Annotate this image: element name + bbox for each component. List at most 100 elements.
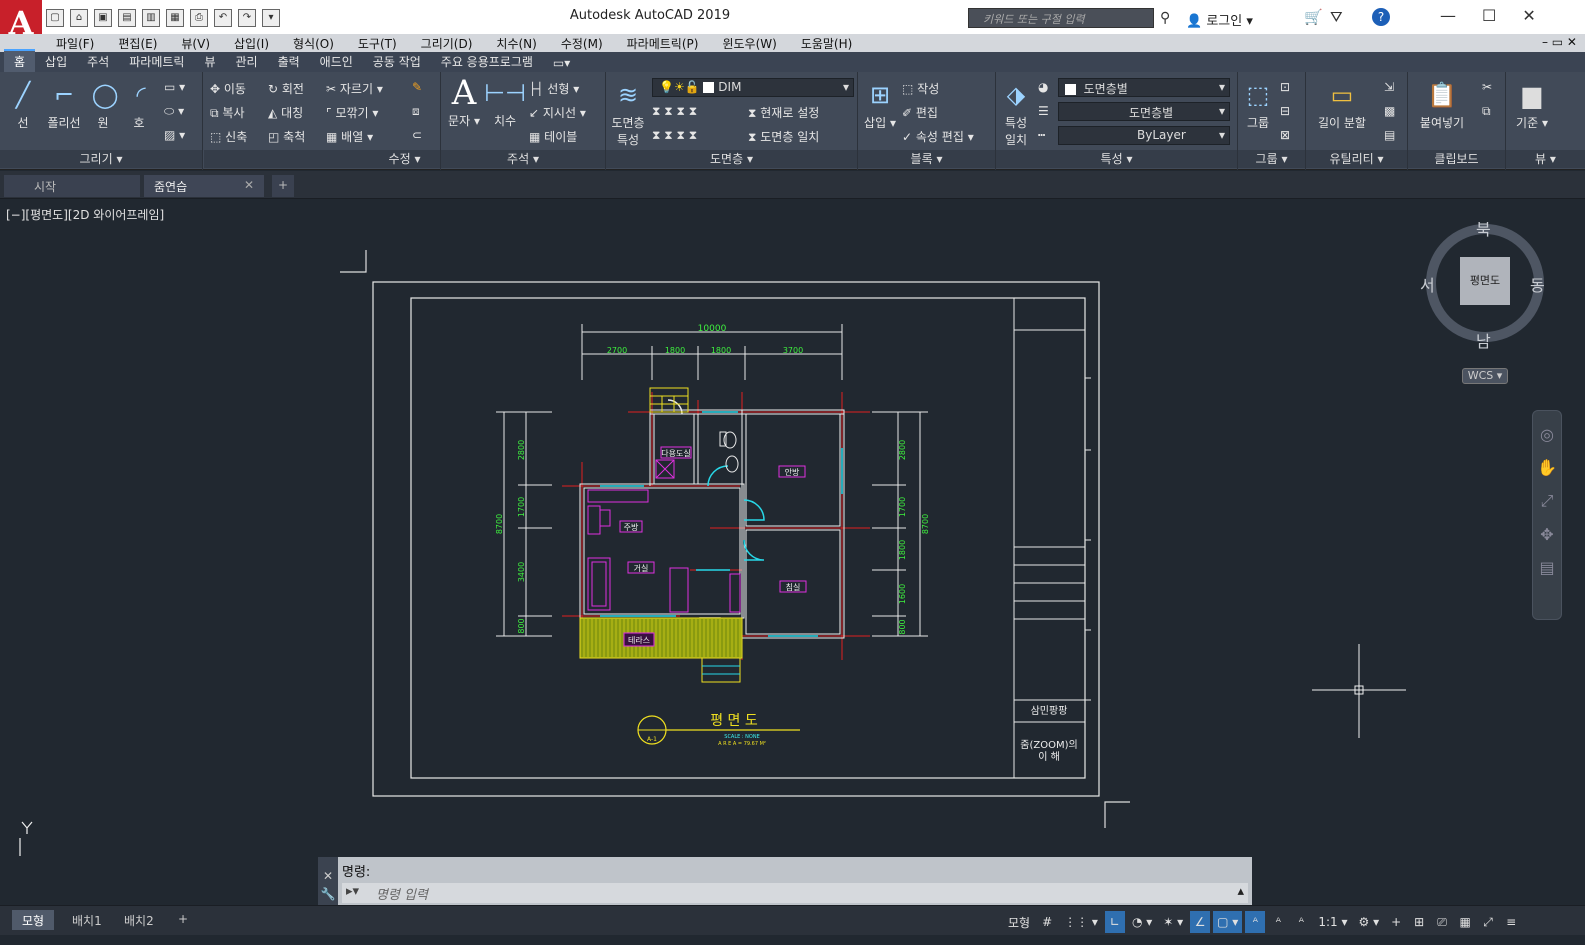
polyline-button[interactable]: ⌐ 폴리선 — [44, 78, 84, 131]
menu-edit[interactable]: 편집(E) — [118, 34, 157, 52]
search-input[interactable]: 키워드 또는 구절 입력 — [968, 8, 1154, 28]
orbit-icon[interactable]: ✥ — [1533, 525, 1561, 544]
object-snap-tracking-icon[interactable]: ∠ — [1190, 911, 1211, 933]
layer-dropdown[interactable]: 💡☀🔓 DIM ▾ — [652, 78, 854, 97]
command-line-grip[interactable]: ✕ 🔧 — [318, 857, 338, 905]
copy-clip-icon[interactable]: ⧉ — [1482, 104, 1491, 119]
linear-button[interactable]: ├┤ 선형 ▾ — [529, 80, 579, 97]
tab-output[interactable]: 출력 — [268, 51, 310, 72]
menu-modify[interactable]: 수정(M) — [561, 34, 603, 52]
hatch-icon[interactable]: ⬭ ▾ — [164, 104, 184, 119]
compass-west[interactable]: 서 — [1420, 272, 1435, 296]
wcs-menu[interactable]: WCS ▾ — [1462, 368, 1508, 384]
menu-dimension[interactable]: 치수(N) — [496, 34, 536, 52]
paste-button[interactable]: 📋 붙여넣기 — [1412, 78, 1472, 131]
group-select-icon[interactable]: ⊠ — [1280, 128, 1290, 142]
make-current-button[interactable]: ⧗ 현재로 설정 — [748, 104, 819, 121]
lineweight-dropdown[interactable]: ByLayer ▾ — [1058, 126, 1230, 145]
save-icon[interactable]: ▣ — [94, 9, 112, 27]
compass-east[interactable]: 동 — [1530, 272, 1545, 296]
annotation-visibility-icon[interactable]: ᴬ — [1245, 911, 1266, 933]
match-layer-button[interactable]: ⧗ 도면층 일치 — [748, 128, 819, 145]
base-view-button[interactable]: ▆ 기준 ▾ — [1510, 78, 1554, 131]
ungroup-icon[interactable]: ⊡ — [1280, 80, 1290, 94]
compass-north[interactable]: 북 — [1476, 216, 1491, 240]
layer-properties-button[interactable]: ≋ 도면층 특성 — [608, 78, 648, 148]
tab-insert[interactable]: 삽입 — [35, 51, 77, 72]
scale-button[interactable]: ◰ 축척 — [268, 128, 305, 145]
text-button[interactable]: A 문자 ▾ — [447, 73, 481, 129]
cart-icon[interactable]: 🛒 — [1304, 8, 1323, 26]
isolate-objects-icon[interactable]: ⎚ — [1432, 911, 1452, 933]
explode-icon[interactable]: ⧈ — [412, 104, 420, 119]
customize-menu-icon[interactable]: ≡ — [1501, 911, 1521, 933]
menu-parametric[interactable]: 파라메트릭(P) — [627, 34, 699, 52]
copy-button[interactable]: ⧉ 복사 — [210, 104, 245, 121]
layer-tools-row-2[interactable]: ⧗ ⧗ ⧗ ⧗ — [652, 128, 697, 143]
pan-icon[interactable]: ✋ — [1533, 458, 1561, 477]
wrench-icon[interactable]: 🔧 — [318, 887, 338, 901]
color-dropdown[interactable]: 도면층별 ▾ — [1058, 78, 1230, 97]
panel-draw-label[interactable]: 그리기 ▾ — [0, 150, 202, 168]
open-icon[interactable]: ⌂ — [70, 9, 88, 27]
customize-qat-icon[interactable]: ▾ — [262, 9, 280, 27]
rotate-button[interactable]: ↻ 회전 — [268, 80, 304, 97]
close-icon[interactable]: ✕ — [1522, 6, 1535, 25]
zoom-icon[interactable]: ⤢ — [1533, 491, 1561, 511]
panel-annotation-label[interactable]: 주석 ▾ — [441, 150, 605, 168]
create-block-button[interactable]: ⬚ 작성 — [902, 80, 939, 97]
cut-icon[interactable]: ✂ — [1482, 80, 1492, 94]
tab-manage[interactable]: 관리 — [225, 51, 267, 72]
publish-icon[interactable]: ▦ — [166, 9, 184, 27]
insert-block-button[interactable]: ⊞ 삽입 ▾ — [862, 78, 898, 131]
tab-annotate[interactable]: 주석 — [77, 51, 119, 72]
attribute-edit-button[interactable]: ✓ 속성 편집 ▾ — [902, 128, 974, 145]
units-icon[interactable]: ⊞ — [1409, 911, 1429, 933]
layout-tab-1[interactable]: 배치1 — [62, 910, 112, 930]
login-button[interactable]: 👤 로그인 ▾ — [1186, 10, 1253, 29]
layout-tab-2[interactable]: 배치2 — [114, 910, 164, 930]
grid-icon[interactable]: # — [1037, 911, 1057, 933]
panel-properties-label[interactable]: 특성 ▾ — [996, 150, 1237, 168]
menu-help[interactable]: 도움말(H) — [801, 34, 853, 52]
clean-screen-icon[interactable]: ⤢ — [1478, 911, 1498, 933]
measure-button[interactable]: ▭ 길이 분할 — [1310, 78, 1374, 131]
polar-icon[interactable]: ◔ ▾ — [1128, 911, 1156, 933]
maximize-icon[interactable]: ☐ — [1482, 6, 1496, 25]
panel-block-label[interactable]: 블록 ▾ — [858, 150, 995, 168]
erase-icon[interactable]: ✎ — [412, 80, 422, 94]
calculator-icon[interactable]: ▤ — [1384, 128, 1395, 142]
mirror-button[interactable]: ◭ 대칭 — [268, 104, 303, 121]
match-properties-button[interactable]: ⬗ 특성 일치 — [998, 78, 1034, 148]
hardware-acceleration-icon[interactable]: ▦ — [1455, 911, 1475, 933]
menu-insert[interactable]: 삽입(I) — [234, 34, 269, 52]
table-button[interactable]: ▦ 테이블 — [529, 128, 577, 145]
trim-button[interactable]: ✂ 자르기 ▾ — [326, 80, 383, 97]
arc-button[interactable]: ◜ 호 — [124, 78, 154, 131]
command-history-toggle-icon[interactable]: ▴ — [1237, 884, 1244, 899]
line-button[interactable]: ╱ 선 — [6, 78, 40, 131]
tab-collaborate[interactable]: 공동 작업 — [363, 51, 431, 72]
print-icon[interactable]: ⎙ — [190, 9, 208, 27]
new-icon[interactable]: ▢ — [46, 9, 64, 27]
quick-select-icon[interactable]: ⇲ — [1384, 80, 1394, 94]
offset-icon[interactable]: ⊂ — [412, 128, 422, 142]
menu-view[interactable]: 뷰(V) — [181, 34, 210, 52]
panel-view-label[interactable]: 뷰 ▾ — [1506, 150, 1585, 168]
binoculars-icon[interactable]: ⚲ — [1160, 10, 1170, 26]
tab-home[interactable]: 홈 — [4, 49, 36, 72]
close-icon[interactable]: ✕ — [318, 869, 338, 883]
rectangle-icon[interactable]: ▭ ▾ — [164, 80, 185, 94]
isodraft-icon[interactable]: ✶ ▾ — [1159, 911, 1187, 933]
dimension-button[interactable]: ⊢⊣ 치수 — [484, 76, 526, 129]
command-prompt-icon[interactable]: ▸▾ — [346, 884, 359, 899]
workspace-gear-icon[interactable]: ⚙ ▾ — [1355, 911, 1384, 933]
plus-icon[interactable]: + — [1386, 911, 1406, 933]
showmotion-icon[interactable]: ▤ — [1533, 558, 1561, 577]
panel-layers-label[interactable]: 도면층 ▾ — [606, 150, 857, 168]
minimize-icon[interactable]: — — [1440, 6, 1456, 25]
drawing-canvas[interactable]: 삼민팡팡 줌(ZOOM)의 이 해 10000 2700 1800 1800 3… — [0, 200, 1585, 856]
new-tab-plus-icon[interactable]: + — [272, 175, 294, 197]
stretch-button[interactable]: ⬚ 신축 — [210, 128, 247, 145]
edit-block-button[interactable]: ✐ 편집 — [902, 104, 938, 121]
